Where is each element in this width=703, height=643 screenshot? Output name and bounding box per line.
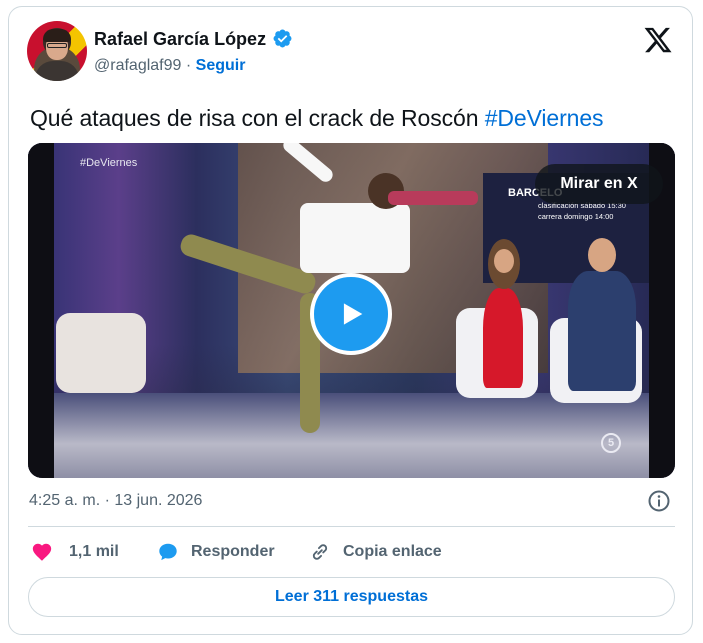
- follow-button[interactable]: Seguir: [196, 57, 246, 74]
- channel-logo: 5: [601, 433, 621, 453]
- play-icon: [343, 303, 363, 325]
- separator-dot: ·: [185, 57, 192, 74]
- tweet-card: Rafael García López @rafaglaf99 · Seguir…: [8, 6, 693, 635]
- video-player[interactable]: #DeViernes BARCELO clasificación sábado …: [28, 143, 675, 478]
- copy-link-label: Copia enlace: [343, 543, 442, 560]
- avatar[interactable]: [27, 21, 87, 81]
- author-handle[interactable]: @rafaglaf99: [94, 57, 181, 74]
- play-button[interactable]: [310, 273, 392, 355]
- verified-badge-icon: [273, 29, 292, 48]
- studio-chair: [56, 313, 146, 393]
- schedule-row: carrera domingo 14:00: [538, 212, 614, 221]
- author-name[interactable]: Rafael García López: [94, 29, 266, 50]
- divider: [28, 526, 675, 527]
- video-hashtag-overlay: #DeViernes: [80, 157, 138, 169]
- like-button[interactable]: 1,1 mil: [31, 540, 119, 564]
- reply-bubble-icon: [159, 543, 177, 561]
- info-icon[interactable]: [647, 489, 671, 513]
- like-count: 1,1 mil: [69, 543, 119, 560]
- reply-label: Responder: [191, 543, 275, 560]
- heart-icon: [32, 543, 52, 561]
- read-replies-button[interactable]: Leer 311 respuestas: [28, 577, 675, 617]
- x-logo-icon[interactable]: [643, 25, 673, 55]
- link-icon: [312, 544, 328, 560]
- tweet-body: Qué ataques de risa con el crack de Rosc…: [30, 105, 485, 131]
- hashtag-link[interactable]: #DeViernes: [485, 105, 604, 131]
- watch-on-x-button[interactable]: Mirar en X: [535, 164, 663, 204]
- handle-line: @rafaglaf99 · Seguir: [94, 57, 245, 75]
- tweet-timestamp[interactable]: 4:25 a. m. · 13 jun. 2026: [29, 492, 202, 510]
- copy-link-button[interactable]: Copia enlace: [309, 540, 442, 564]
- reply-button[interactable]: Responder: [157, 540, 275, 564]
- tweet-text: Qué ataques de risa con el crack de Rosc…: [30, 105, 604, 132]
